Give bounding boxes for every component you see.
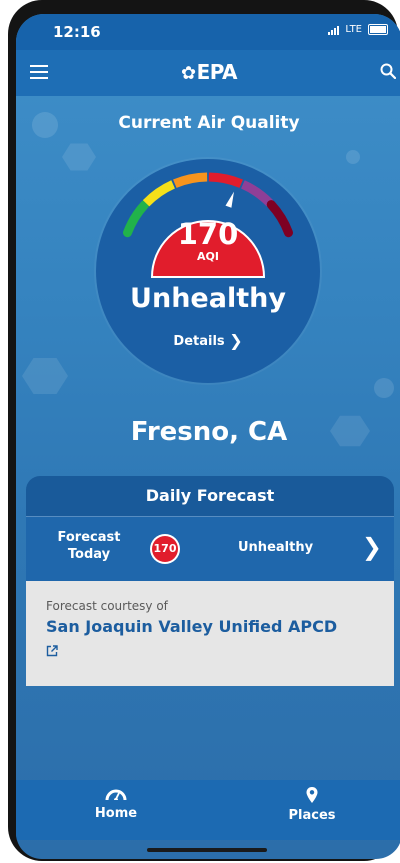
- aqi-label: AQI: [197, 250, 219, 263]
- battery-icon: [368, 24, 388, 35]
- epa-flower-icon: ✿: [180, 63, 196, 84]
- credit-label: Forecast courtesy of: [46, 599, 168, 613]
- background-hexagon: [22, 358, 68, 394]
- home-indicator: [147, 848, 267, 852]
- daily-forecast-card: Daily Forecast Forecast Today 170 Unheal…: [26, 476, 394, 686]
- tab-places[interactable]: Places: [272, 786, 352, 823]
- forecast-today-label: Forecast Today: [44, 529, 134, 563]
- network-label: LTE: [345, 24, 362, 35]
- forecast-aqi-badge: 170: [152, 536, 178, 562]
- gauge-segment-unhealthy: [208, 172, 243, 188]
- forecast-status: Unhealthy: [238, 540, 314, 555]
- forecast-label-line2: Today: [67, 547, 111, 562]
- forecast-today-row[interactable]: Forecast Today 170 Unhealthy ❯: [26, 516, 394, 581]
- tab-home[interactable]: Home: [76, 786, 156, 821]
- gauge-needle: [225, 191, 234, 208]
- location-pin-icon: [306, 787, 318, 803]
- aqi-gauge-circle: 170 AQI Unhealthy Details ❯: [96, 159, 320, 383]
- status-time: 12:16: [53, 23, 101, 41]
- forecast-credit: Forecast courtesy of San Joaquin Valley …: [26, 581, 394, 686]
- bottom-tab-bar: Home Places: [16, 780, 400, 840]
- location-name: Fresno, CA: [130, 417, 288, 447]
- status-indicators: LTE: [328, 24, 388, 35]
- background-hexagon: [62, 143, 96, 171]
- epa-logo-text: EPA: [196, 60, 238, 84]
- daily-forecast-header: Daily Forecast: [26, 476, 394, 516]
- tab-home-label: Home: [94, 806, 138, 821]
- status-bar: 12:16 LTE: [16, 14, 400, 50]
- epa-logo: ✿EPA: [16, 60, 400, 84]
- tab-places-label: Places: [288, 808, 336, 823]
- gauge-segment-usg: [173, 172, 208, 188]
- aqi-value: 170: [177, 217, 239, 251]
- background-bokeh: [374, 378, 394, 398]
- app-screen: 12:16 LTE ✿EPA Current Air Quality 170 A…: [16, 14, 400, 859]
- app-bar: ✿EPA: [16, 50, 400, 96]
- signal-icon: [328, 25, 340, 35]
- details-link[interactable]: Details ❯: [96, 331, 320, 350]
- credit-source-link[interactable]: San Joaquin Valley Unified APCD: [46, 617, 337, 636]
- forecast-label-line1: Forecast: [57, 530, 121, 545]
- details-label: Details: [173, 334, 225, 349]
- gauge-segment-moderate: [142, 180, 176, 207]
- external-link-icon[interactable]: [46, 645, 58, 657]
- chevron-right-icon: ❯: [361, 533, 382, 561]
- gauge-segment-very-unhealthy: [240, 180, 274, 207]
- aqi-category: Unhealthy: [130, 283, 286, 314]
- background-bokeh: [346, 150, 360, 164]
- gauge-icon: [105, 789, 127, 801]
- search-icon[interactable]: [380, 63, 396, 79]
- current-air-quality-heading: Current Air Quality: [118, 113, 300, 133]
- chevron-right-icon: ❯: [229, 331, 243, 350]
